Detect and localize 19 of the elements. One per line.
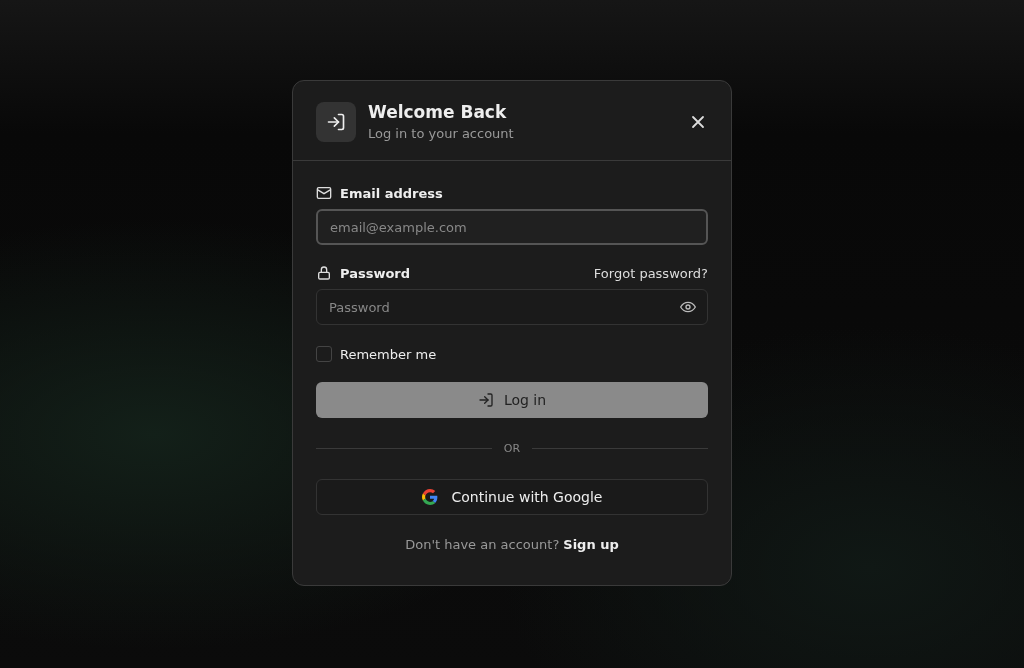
eye-icon[interactable] [680,299,696,315]
login-icon [316,101,356,142]
password-field[interactable]: Password [316,289,708,325]
forgot-password-link[interactable]: Forgot password? [593,265,708,281]
lock-icon [316,265,332,281]
remember-checkbox[interactable] [316,346,332,362]
remember-label: Remember me [340,346,437,362]
password-label: Password [340,265,411,281]
google-logo [421,489,438,505]
mail-icon [316,185,332,201]
signup-link[interactable]: Sign up [563,537,619,552]
or-divider-text: OR [503,442,521,455]
email-field[interactable]: email@example.com [316,209,708,245]
signup-prompt: Don't have an account? [405,537,560,552]
login-icon [477,392,494,408]
email-label: Email address [340,185,443,201]
google-button[interactable]: Continue with Google [316,479,708,515]
dialog-subtitle: Log in to your account [368,126,515,141]
dialog-title: Welcome Back [368,102,508,122]
